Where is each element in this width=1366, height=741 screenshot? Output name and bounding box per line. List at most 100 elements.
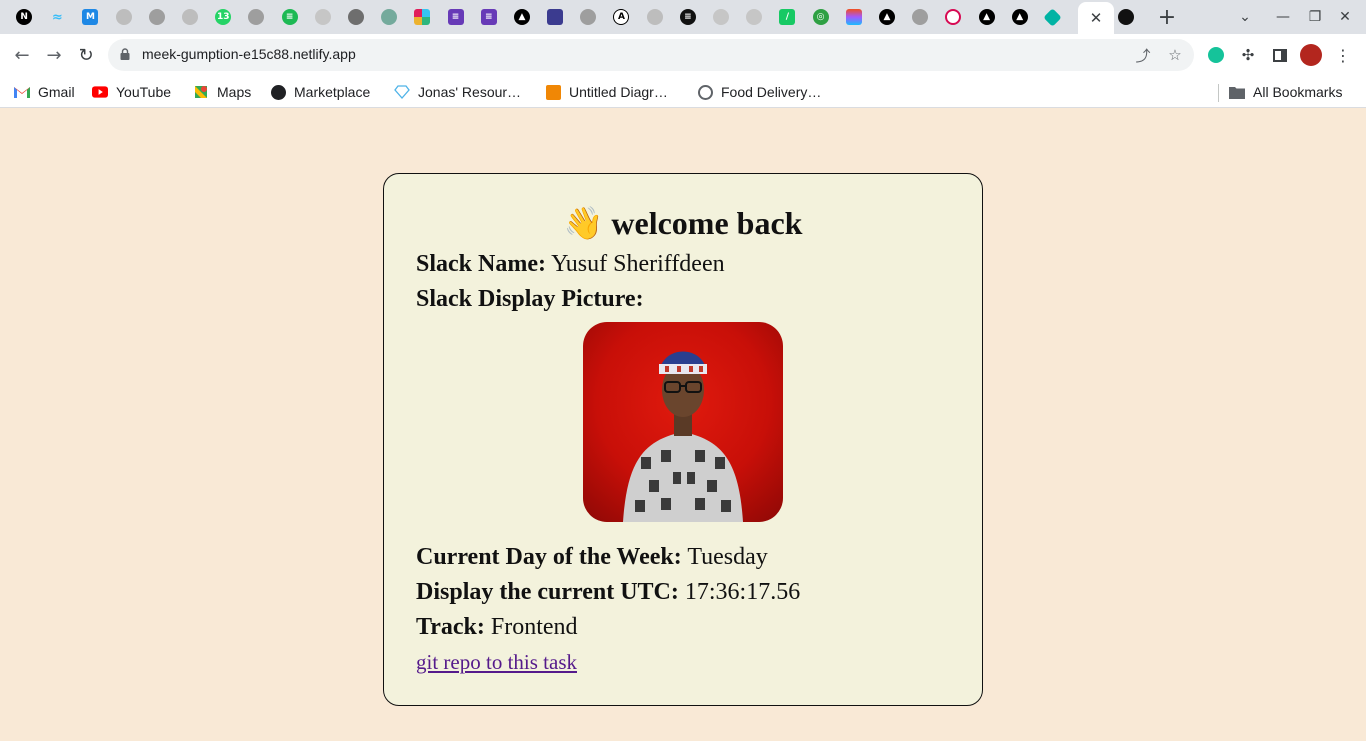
slack-name-label: Slack Name: xyxy=(416,251,546,277)
tab-github-4[interactable] xyxy=(738,0,771,34)
track-value: Frontend xyxy=(490,614,578,640)
tab-vercel-1[interactable]: ▲ xyxy=(506,0,539,34)
bookmark-food-delivery[interactable]: Food Delivery… xyxy=(697,81,821,103)
grammarly-icon[interactable] xyxy=(1205,44,1227,66)
bookmark-marketplace[interactable]: Marketplace xyxy=(270,81,370,103)
git-repo-link[interactable]: git repo to this task xyxy=(416,650,577,675)
day-of-week-value: Tuesday xyxy=(687,544,768,570)
tab-globe-4[interactable] xyxy=(240,0,273,34)
browser-toolbar: ← → ↻ meek-gumption-e15c88.netlify.app ⤴… xyxy=(0,34,1366,76)
tab-vercel-2[interactable]: ▲ xyxy=(871,0,904,34)
globe-icon xyxy=(248,9,265,25)
address-bar[interactable]: meek-gumption-e15c88.netlify.app ⤴ ☆ xyxy=(108,39,1194,71)
globe-icon xyxy=(912,9,929,25)
bookmarks-bar: Gmail YouTube Maps Marketplace Jonas' Re… xyxy=(0,76,1366,108)
slack-icon xyxy=(414,9,431,25)
vercel-icon: ▲ xyxy=(978,9,995,25)
github-icon xyxy=(314,9,331,25)
share-icon[interactable]: ⤴ xyxy=(1134,46,1152,65)
slack-name-value: Yusuf Sheriffdeen xyxy=(551,251,725,277)
tab-globe-2[interactable] xyxy=(141,0,174,34)
tab-github-3[interactable] xyxy=(705,0,738,34)
tab-figma[interactable] xyxy=(838,0,871,34)
bookmark-youtube[interactable]: YouTube xyxy=(92,81,171,103)
menu-kebab-icon[interactable]: ⋮ xyxy=(1332,44,1354,66)
tab-a[interactable]: A xyxy=(605,0,638,34)
slack-name-row: Slack Name: Yusuf Sheriffdeen xyxy=(416,251,725,278)
tab-tailwind[interactable]: ≈ xyxy=(41,0,74,34)
green-circle-icon: ◎ xyxy=(812,9,829,25)
reload-icon[interactable]: ↻ xyxy=(71,40,101,70)
tab-dark[interactable]: ≡ xyxy=(672,0,705,34)
display-picture-label: Slack Display Picture: xyxy=(416,286,644,312)
welcome-heading: 👋 welcome back xyxy=(384,204,982,242)
tab-profile[interactable] xyxy=(539,0,572,34)
day-of-week-label: Current Day of the Week: xyxy=(416,544,682,570)
green-app-icon: / xyxy=(779,9,796,25)
diamond-icon xyxy=(1043,7,1063,27)
dark-app-icon: ≡ xyxy=(679,9,696,25)
github-icon xyxy=(713,9,730,25)
tab-github-2[interactable] xyxy=(340,0,373,34)
track-label: Track: xyxy=(416,614,485,640)
diamond-icon xyxy=(394,84,410,100)
extensions-puzzle-icon[interactable]: ✣ xyxy=(1237,44,1259,66)
drawio-icon xyxy=(545,84,561,100)
tab-vercel-4[interactable]: ▲ xyxy=(1004,0,1037,34)
tab-globe-6[interactable] xyxy=(639,0,672,34)
new-tab-button[interactable]: + xyxy=(1156,4,1178,30)
tab-forms-1[interactable]: ≡ xyxy=(439,0,472,34)
vercel-icon[interactable] xyxy=(1118,9,1134,25)
profile-avatar[interactable] xyxy=(1300,44,1322,66)
restore-icon[interactable]: ❐ xyxy=(1300,0,1330,34)
tab-diamond[interactable] xyxy=(1037,0,1070,34)
minimize-icon[interactable]: — xyxy=(1268,0,1298,34)
nextjs-icon: N xyxy=(16,9,33,25)
tab-openai[interactable] xyxy=(373,0,406,34)
figma-icon xyxy=(845,9,862,25)
window-close-icon[interactable]: ✕ xyxy=(1330,0,1360,34)
forms-icon: ≡ xyxy=(480,9,497,25)
back-arrow-icon[interactable]: ← xyxy=(7,40,37,70)
tab-globe-7[interactable] xyxy=(904,0,937,34)
tab-green-app[interactable]: / xyxy=(771,0,804,34)
tab-nextjs[interactable]: N xyxy=(8,0,41,34)
globe-icon xyxy=(182,9,199,25)
tab-vercel-3[interactable]: ▲ xyxy=(970,0,1003,34)
waving-hand-icon: 👋 xyxy=(563,205,604,241)
active-tab-close[interactable]: ✕ xyxy=(1078,2,1114,34)
forms-icon: ≡ xyxy=(447,9,464,25)
bookmark-maps[interactable]: Maps xyxy=(193,81,251,103)
url-text[interactable]: meek-gumption-e15c88.netlify.app xyxy=(142,46,356,62)
tab-spotify[interactable]: ≡ xyxy=(274,0,307,34)
all-bookmarks-button[interactable]: All Bookmarks xyxy=(1229,81,1342,103)
spotify-icon: ≡ xyxy=(281,9,298,25)
side-panel-icon[interactable] xyxy=(1269,44,1291,66)
globe-icon xyxy=(580,9,597,25)
tab-debian[interactable] xyxy=(937,0,970,34)
tab-globe-3[interactable] xyxy=(174,0,207,34)
debian-icon xyxy=(945,9,962,25)
tab-github-1[interactable] xyxy=(307,0,340,34)
tab-slack[interactable] xyxy=(406,0,439,34)
tab-green-circle[interactable]: ◎ xyxy=(805,0,838,34)
tab-globe-1[interactable] xyxy=(108,0,141,34)
close-icon[interactable]: ✕ xyxy=(1090,9,1103,27)
github-icon xyxy=(746,9,763,25)
tab-forms-2[interactable]: ≡ xyxy=(473,0,506,34)
youtube-icon xyxy=(92,84,108,100)
tab-whatsapp[interactable]: 13 xyxy=(207,0,240,34)
tab-mui[interactable]: M xyxy=(74,0,107,34)
gmail-icon xyxy=(14,84,30,100)
bookmark-jonas-resources[interactable]: Jonas' Resour… xyxy=(394,81,521,103)
tab-search-icon[interactable]: ⌄ xyxy=(1230,0,1260,34)
bookmark-star-icon[interactable]: ☆ xyxy=(1166,46,1184,64)
bookmark-untitled-diagram[interactable]: Untitled Diagr… xyxy=(545,81,668,103)
forward-arrow-icon[interactable]: → xyxy=(39,40,69,70)
track-row: Track: Frontend xyxy=(416,614,578,641)
marketplace-icon xyxy=(270,84,286,100)
tab-globe-5[interactable] xyxy=(572,0,605,34)
bookmark-gmail[interactable]: Gmail xyxy=(14,81,75,103)
bookmarks-divider xyxy=(1218,84,1219,102)
globe-icon xyxy=(148,9,165,25)
